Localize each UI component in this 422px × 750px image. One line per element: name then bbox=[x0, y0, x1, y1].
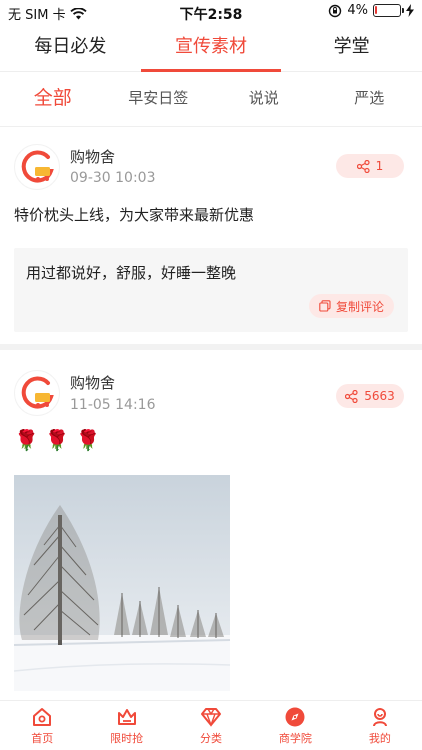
post-text: 特价枕头上线，为大家带来最新优惠 bbox=[14, 206, 255, 224]
nav-category-label: 分类 bbox=[200, 731, 223, 745]
comment-text: 用过都说好，舒服，好睡一整晚 bbox=[26, 264, 237, 282]
share-button[interactable]: 5663 bbox=[336, 384, 404, 408]
nav-category[interactable]: 分类 bbox=[169, 701, 253, 750]
author-name: 购物舍 bbox=[70, 374, 116, 392]
snowy-trees-photo bbox=[14, 475, 230, 691]
shop-logo-icon bbox=[21, 376, 54, 409]
user-icon bbox=[372, 707, 387, 726]
diamond-icon bbox=[201, 707, 222, 727]
battery-icon bbox=[373, 4, 404, 17]
nav-business-school-label: 商学院 bbox=[278, 731, 312, 745]
post-time: 09-30 10:03 bbox=[70, 170, 156, 186]
nav-home[interactable]: 首页 bbox=[0, 701, 84, 750]
subtab-morning-card[interactable]: 早安日签 bbox=[106, 78, 212, 118]
avatar[interactable] bbox=[14, 370, 60, 416]
tab-school[interactable]: 学堂 bbox=[281, 26, 422, 71]
copy-icon bbox=[319, 300, 331, 312]
copy-comment-label: 复制评论 bbox=[335, 299, 384, 314]
tab-daily[interactable]: 每日必发 bbox=[0, 26, 141, 71]
bottom-nav: 首页 限时抢 分类 商学院 我的 bbox=[0, 700, 422, 750]
nav-business-school[interactable]: 商学院 bbox=[253, 701, 337, 750]
share-count: 5663 bbox=[364, 389, 395, 403]
share-count: 1 bbox=[375, 159, 384, 173]
post-photo[interactable] bbox=[14, 475, 230, 691]
post-card: 购物舍 09-30 10:03 1 特价枕头上线，为大家带来最新优惠 用过都说好… bbox=[0, 126, 422, 344]
nav-mine[interactable]: 我的 bbox=[338, 701, 422, 750]
main-tab-bar: 每日必发 宣传素材 学堂 bbox=[0, 26, 422, 72]
crown-icon bbox=[117, 708, 136, 725]
nav-flash-sale[interactable]: 限时抢 bbox=[84, 701, 168, 750]
battery-fill bbox=[375, 6, 377, 14]
shop-logo-icon bbox=[21, 150, 54, 183]
subtab-all[interactable]: 全部 bbox=[0, 78, 106, 118]
orientation-lock-icon bbox=[329, 4, 342, 17]
status-bar: 无 SIM 卡 下午2:58 4% bbox=[0, 0, 422, 24]
charging-bolt-icon bbox=[406, 4, 414, 17]
copy-comment-button[interactable]: 复制评论 bbox=[308, 294, 394, 318]
post-card: 购物舍 11-05 14:16 5663 🌹🌹🌹 bbox=[0, 350, 422, 700]
status-right: 4% bbox=[328, 3, 414, 18]
sub-tab-bar: 全部 早安日签 说说 严选 bbox=[0, 78, 422, 118]
compass-icon bbox=[285, 707, 305, 726]
author-name: 购物舍 bbox=[70, 148, 116, 166]
avatar[interactable] bbox=[14, 144, 60, 190]
nav-home-label: 首页 bbox=[31, 731, 54, 745]
share-icon bbox=[356, 159, 370, 173]
comment-box: 用过都说好，舒服，好睡一整晚 复制评论 bbox=[14, 248, 408, 332]
nav-mine-label: 我的 bbox=[368, 731, 391, 745]
home-icon bbox=[33, 707, 52, 726]
subtab-moments[interactable]: 说说 bbox=[211, 78, 317, 118]
share-button[interactable]: 1 bbox=[336, 154, 404, 178]
post-time: 11-05 14:16 bbox=[70, 397, 156, 413]
post-text: 🌹🌹🌹 bbox=[14, 428, 107, 452]
subtab-selection[interactable]: 严选 bbox=[317, 78, 422, 118]
nav-flash-sale-label: 限时抢 bbox=[110, 731, 144, 745]
battery-percent: 4% bbox=[347, 3, 368, 18]
share-icon bbox=[345, 389, 358, 403]
tab-promo-materials[interactable]: 宣传素材 bbox=[140, 26, 282, 72]
